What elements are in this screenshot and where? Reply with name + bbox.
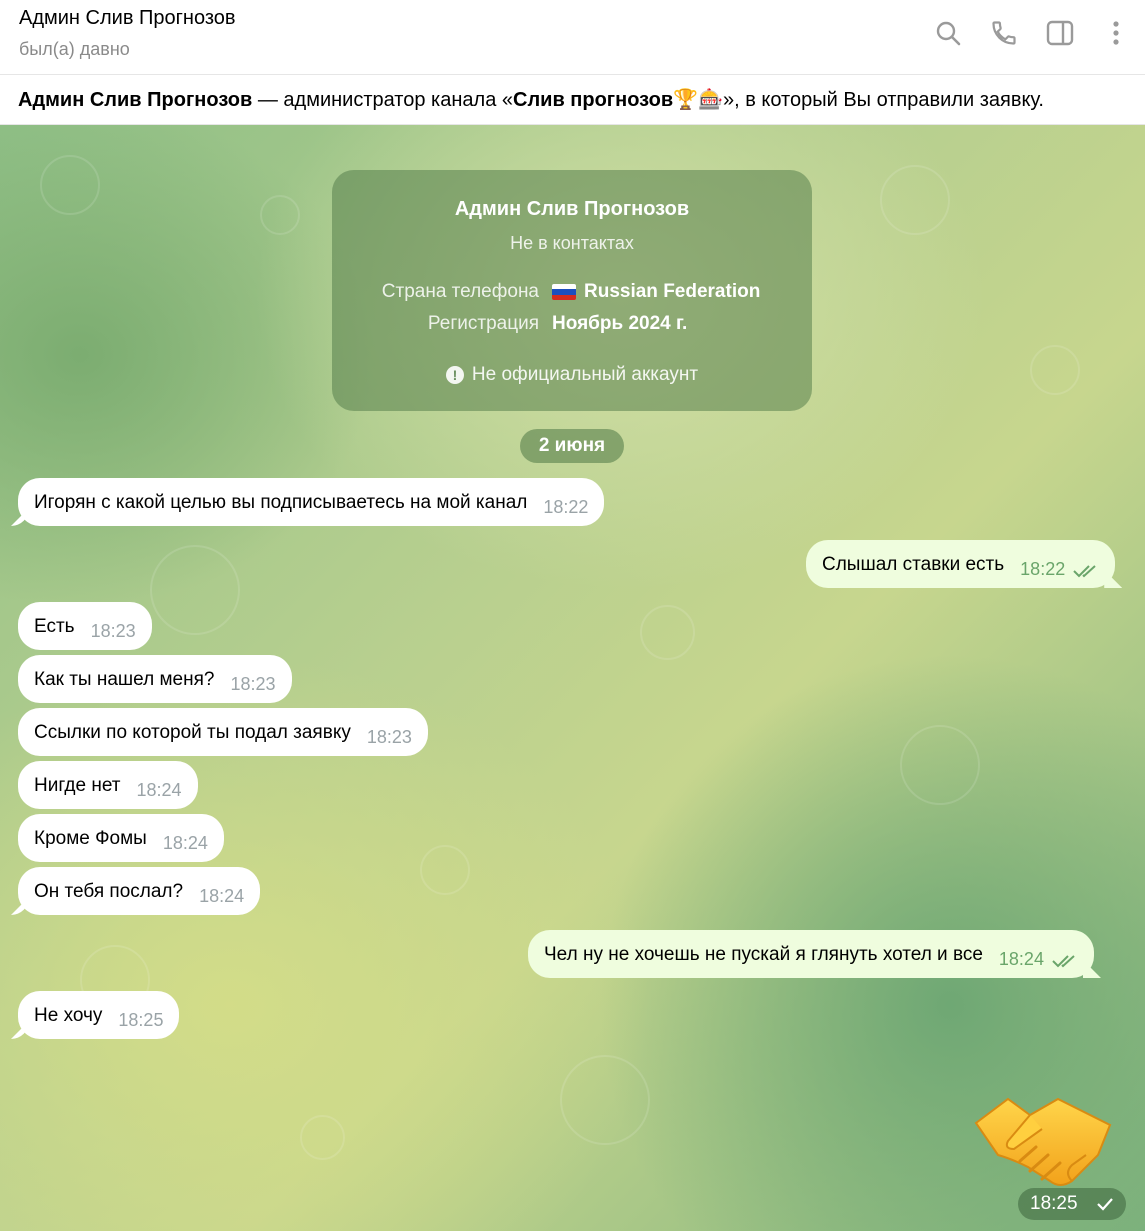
russia-flag-icon bbox=[552, 284, 576, 300]
message-time: 18:22 bbox=[543, 497, 589, 517]
phone-country-value: Russian Federation bbox=[584, 281, 761, 302]
search-icon[interactable] bbox=[931, 14, 965, 52]
date-separator: 2 июня bbox=[520, 429, 624, 463]
message-text: Он тебя послал? bbox=[34, 881, 184, 902]
registration-value: Ноябрь 2024 г. bbox=[552, 313, 688, 334]
background-doodle bbox=[880, 165, 950, 235]
message-text: Игорян с какой целью вы подписываетесь н… bbox=[34, 492, 528, 513]
message-text: Кроме Фомы bbox=[34, 828, 147, 849]
last-seen-status: был(а) давно bbox=[19, 39, 130, 59]
warning-icon: ! bbox=[445, 366, 464, 384]
message-text: Как ты нашел меня? bbox=[34, 669, 215, 690]
message-incoming[interactable]: Не хочу 18:25 bbox=[18, 991, 180, 1039]
banner-channel-name[interactable]: Слив прогнозов bbox=[513, 89, 673, 111]
banner-text: — администратор канала « bbox=[252, 89, 513, 111]
double-check-icon bbox=[1073, 549, 1099, 597]
handshake-sticker[interactable] bbox=[968, 1085, 1118, 1195]
banner-channel-emoji: 🏆🎰 bbox=[673, 89, 723, 111]
banner-admin-name[interactable]: Админ Слив Прогнозов bbox=[18, 89, 252, 111]
chat-header: Админ Слив Прогнозов был(а) давно bbox=[0, 0, 1145, 75]
message-text: Ссылки по которой ты подал заявку bbox=[34, 722, 351, 743]
message-incoming[interactable]: Он тебя послал? 18:24 bbox=[18, 867, 261, 915]
background-doodle bbox=[560, 1055, 650, 1145]
message-time: 18:23 bbox=[230, 674, 276, 694]
message-time: 18:24 bbox=[136, 780, 182, 800]
message-text: Не хочу bbox=[34, 1005, 103, 1026]
registration-label: Регистрация bbox=[427, 313, 539, 334]
contact-name: Админ Слив Прогнозов bbox=[454, 198, 690, 220]
sidebar-toggle-icon[interactable] bbox=[1043, 14, 1077, 52]
contacts-status: Не в контактах bbox=[510, 233, 634, 253]
unofficial-account-text: Не официальный аккаунт bbox=[471, 364, 699, 385]
message-incoming[interactable]: Ссылки по которой ты подал заявку 18:23 bbox=[18, 708, 428, 756]
phone-country-label: Страна телефона bbox=[381, 281, 539, 302]
message-incoming[interactable]: Кроме Фомы 18:24 bbox=[18, 814, 224, 862]
message-time: 18:24 bbox=[199, 886, 245, 906]
background-doodle bbox=[640, 605, 695, 660]
chat-title[interactable]: Админ Слив Прогнозов bbox=[19, 7, 236, 30]
background-doodle bbox=[40, 155, 100, 215]
sticker-time: 18:25 bbox=[1030, 1193, 1078, 1214]
background-doodle bbox=[900, 725, 980, 805]
background-doodle bbox=[420, 845, 470, 895]
background-doodle bbox=[1030, 345, 1080, 395]
join-request-banner: Админ Слив Прогнозов — администратор кан… bbox=[0, 75, 1145, 125]
message-text: Слышал ставки есть bbox=[822, 554, 1005, 575]
header-actions bbox=[931, 14, 1133, 52]
background-doodle bbox=[260, 195, 300, 235]
message-incoming[interactable]: Есть 18:23 bbox=[18, 602, 152, 650]
chat-area[interactable]: Админ Слив Прогнозов Не в контактах Стра… bbox=[0, 125, 1145, 1231]
message-outgoing[interactable]: Слышал ставки есть 18:22 bbox=[806, 540, 1116, 588]
message-text: Есть bbox=[34, 616, 75, 637]
double-check-icon bbox=[1052, 939, 1078, 987]
background-doodle bbox=[300, 1115, 345, 1160]
unofficial-account-note[interactable]: ! Не официальный аккаунт bbox=[332, 364, 812, 386]
check-icon bbox=[1096, 1188, 1114, 1231]
message-outgoing[interactable]: Чел ну не хочешь не пускай я глянуть хот… bbox=[528, 930, 1094, 978]
banner-text-end: », в который Вы отправили заявку. bbox=[722, 89, 1044, 111]
message-time: 18:24 bbox=[998, 949, 1044, 969]
message-time: 18:23 bbox=[90, 621, 136, 641]
message-text: Нигде нет bbox=[34, 775, 121, 796]
message-time: 18:23 bbox=[366, 727, 412, 747]
background-doodle bbox=[150, 545, 240, 635]
phone-icon[interactable] bbox=[987, 14, 1021, 52]
message-time: 18:25 bbox=[118, 1010, 164, 1030]
message-text: Чел ну не хочешь не пускай я глянуть хот… bbox=[544, 944, 983, 965]
sticker-time-badge: 18:25 bbox=[1018, 1188, 1126, 1220]
message-time: 18:24 bbox=[162, 833, 208, 853]
phone-country-value-wrap: Russian Federation bbox=[552, 281, 760, 303]
message-incoming[interactable]: Нигде нет 18:24 bbox=[18, 761, 198, 809]
contact-info-card: Админ Слив Прогнозов Не в контактах Стра… bbox=[332, 170, 812, 411]
handshake-icon bbox=[974, 1097, 1112, 1186]
message-incoming[interactable]: Игорян с какой целью вы подписываетесь н… bbox=[18, 478, 605, 526]
more-options-icon[interactable] bbox=[1099, 14, 1133, 52]
message-incoming[interactable]: Как ты нашел меня? 18:23 bbox=[18, 655, 292, 703]
message-time: 18:22 bbox=[1020, 559, 1066, 579]
